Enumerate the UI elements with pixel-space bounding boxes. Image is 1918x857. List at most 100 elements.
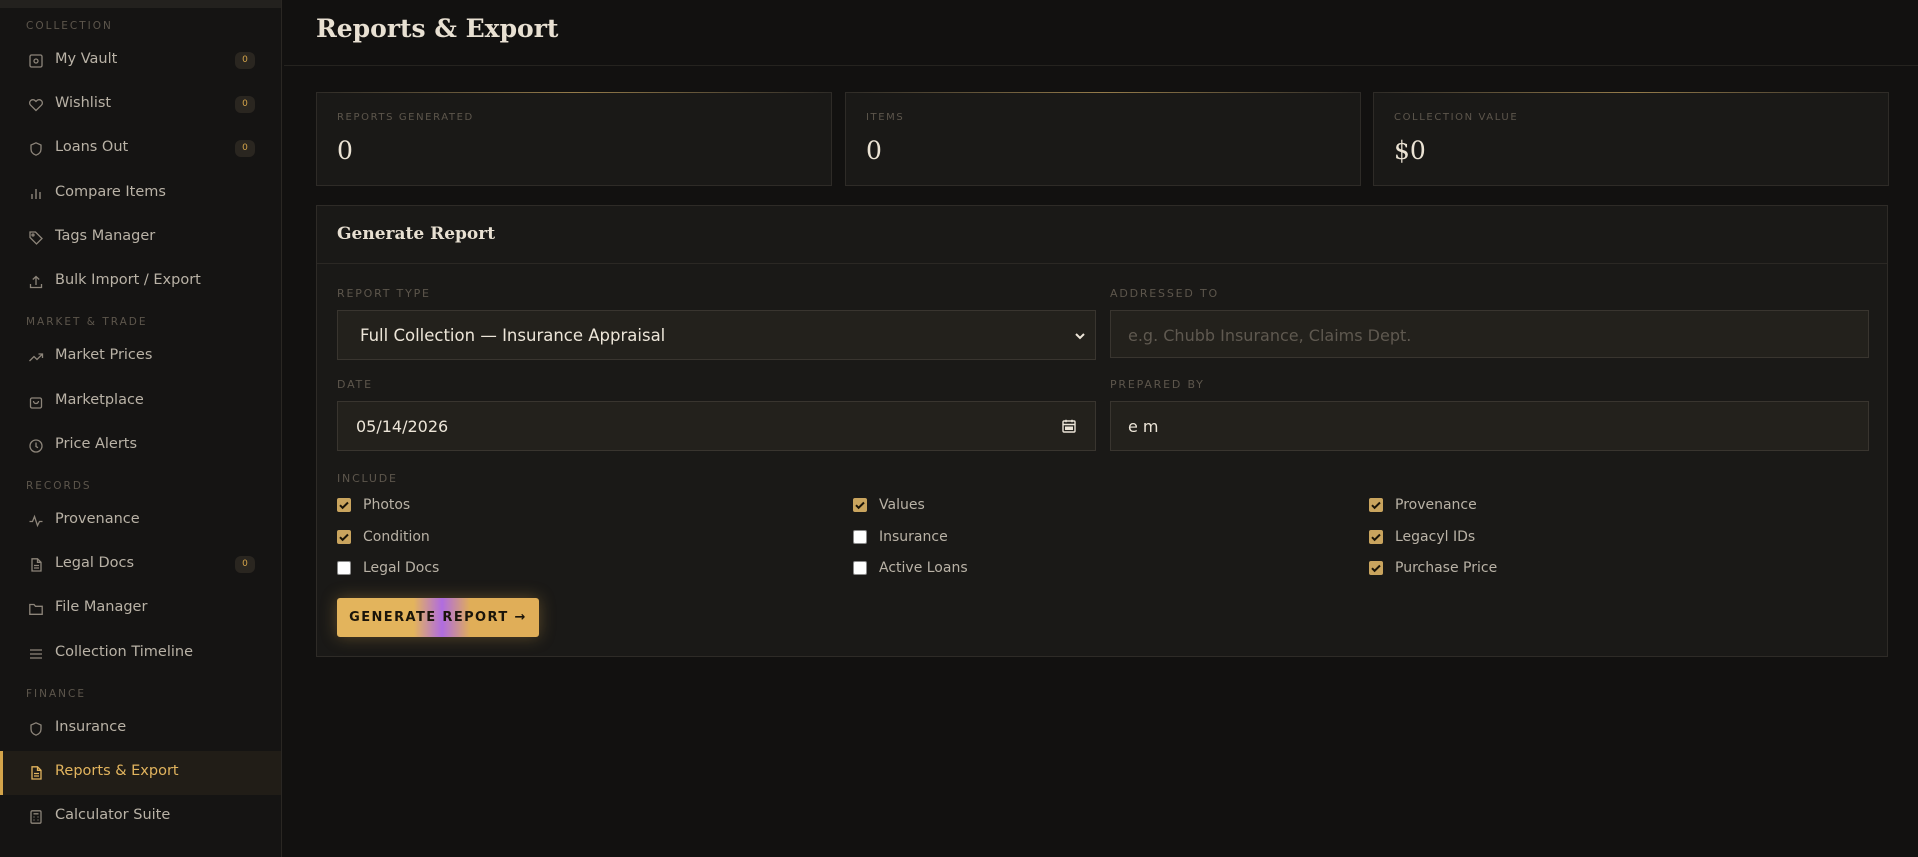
checkbox-checked[interactable] (1369, 561, 1383, 575)
sidebar-item-label: Marketplace (55, 392, 144, 408)
stat-card-reports-generated: REPORTS GENERATED 0 (316, 92, 832, 186)
calculator-icon (28, 809, 44, 825)
alert-circle-icon (28, 438, 44, 454)
sidebar-item-label: Tags Manager (55, 228, 156, 244)
prepared-by-input[interactable]: e m (1110, 401, 1869, 451)
sidebar-item-price-alerts[interactable]: Price Alerts (0, 424, 281, 468)
checkbox-label: Provenance (1395, 497, 1477, 513)
addressed-to-input[interactable]: e.g. Chubb Insurance, Claims Dept. (1110, 310, 1869, 358)
sidebar-item-label: Loans Out (55, 139, 129, 155)
card-accent-line (846, 92, 1360, 93)
checkbox-label: Condition (363, 529, 430, 545)
addressed-to-label: ADDRESSED TO (1110, 287, 1219, 300)
section-header-collection: COLLECTION (26, 20, 113, 32)
checkbox-checked[interactable] (1369, 530, 1383, 544)
addressed-to-placeholder: e.g. Chubb Insurance, Claims Dept. (1128, 326, 1412, 345)
count-badge: 0 (235, 556, 255, 573)
sidebar-item-file-manager[interactable]: File Manager (0, 587, 281, 631)
sidebar-item-market-prices[interactable]: Market Prices (0, 335, 281, 379)
sidebar-item-label: Wishlist (55, 95, 112, 111)
stat-label: REPORTS GENERATED (337, 112, 474, 123)
section-header-records: RECORDS (26, 480, 92, 492)
sidebar-item-label: Compare Items (55, 184, 166, 200)
sidebar-item-label: File Manager (55, 599, 148, 615)
sidebar: COLLECTION My Vault 0 Wishlist 0 Loans O… (0, 0, 282, 857)
sidebar-item-label: My Vault (55, 51, 118, 67)
panel-header: Generate Report (317, 206, 1887, 264)
checkbox-checked[interactable] (337, 498, 351, 512)
stat-value: $0 (1394, 136, 1426, 165)
sidebar-item-label: Bulk Import / Export (55, 272, 201, 288)
checkbox-checked[interactable] (853, 498, 867, 512)
generate-report-button[interactable]: GENERATE REPORT → (337, 598, 539, 637)
report-icon (28, 765, 44, 781)
count-badge: 0 (235, 140, 255, 157)
sidebar-item-wishlist[interactable]: Wishlist 0 (0, 83, 281, 127)
shield-icon (28, 141, 44, 157)
report-type-label: REPORT TYPE (337, 287, 431, 300)
sidebar-item-compare-items[interactable]: Compare Items (0, 172, 281, 216)
trending-up-icon (28, 349, 44, 365)
checkbox-label: Purchase Price (1395, 560, 1498, 576)
chevron-down-icon (1073, 328, 1087, 342)
section-header-market-trade: MARKET & TRADE (26, 316, 148, 328)
page-title: Reports & Export (316, 14, 559, 43)
checkbox-unchecked[interactable] (853, 561, 867, 575)
sidebar-item-label: Provenance (55, 511, 140, 527)
stat-value: 0 (866, 136, 882, 165)
vault-icon (28, 53, 44, 69)
sidebar-item-label: Legal Docs (55, 555, 135, 571)
include-label: INCLUDE (337, 472, 398, 485)
sidebar-item-my-vault[interactable]: My Vault 0 (0, 39, 281, 83)
stat-label: ITEMS (866, 112, 905, 123)
sidebar-item-label: Price Alerts (55, 436, 138, 452)
folder-icon (28, 601, 44, 617)
prepared-by-value: e m (1128, 417, 1159, 436)
list-icon (28, 646, 44, 662)
sidebar-item-insurance[interactable]: Insurance (0, 707, 281, 751)
sidebar-top-bar (0, 0, 281, 8)
sidebar-item-provenance[interactable]: Provenance (0, 499, 281, 543)
shield-icon (28, 721, 44, 737)
checkbox-label: Legacyl IDs (1395, 529, 1476, 545)
checkbox-checked[interactable] (1369, 498, 1383, 512)
card-accent-line (1374, 92, 1888, 93)
count-badge: 0 (235, 52, 255, 69)
sidebar-item-loans-out[interactable]: Loans Out 0 (0, 127, 281, 171)
date-value: 05/14/2026 (356, 417, 449, 436)
stat-card-collection-value: COLLECTION VALUE $0 (1373, 92, 1889, 186)
checkbox-label: Active Loans (879, 560, 968, 576)
sidebar-scrollbar[interactable] (281, 138, 282, 632)
panel-title: Generate Report (337, 224, 496, 244)
tag-icon (28, 230, 44, 246)
sidebar-item-calculator-suite[interactable]: Calculator Suite (0, 795, 281, 839)
calendar-icon[interactable] (1061, 418, 1077, 434)
generate-report-panel: Generate Report REPORT TYPE Full Collect… (316, 205, 1888, 657)
bar-chart-icon (28, 186, 44, 202)
sidebar-item-label: Reports & Export (55, 763, 179, 779)
shopping-bag-icon (28, 394, 44, 410)
checkbox-checked[interactable] (337, 530, 351, 544)
stat-value: 0 (337, 136, 353, 165)
section-header-finance: FINANCE (26, 688, 86, 700)
sidebar-item-label: Insurance (55, 719, 127, 735)
checkbox-unchecked[interactable] (853, 530, 867, 544)
sidebar-item-label: Market Prices (55, 347, 153, 363)
card-accent-line (317, 92, 831, 93)
sidebar-item-bulk-import-export[interactable]: Bulk Import / Export (0, 260, 281, 304)
date-label: DATE (337, 378, 373, 391)
date-input[interactable]: 05/14/2026 (337, 401, 1096, 451)
sidebar-item-marketplace[interactable]: Marketplace (0, 380, 281, 424)
sidebar-item-legal-docs[interactable]: Legal Docs 0 (0, 543, 281, 587)
stat-card-items: ITEMS 0 (845, 92, 1361, 186)
page-header: Reports & Export (284, 0, 1918, 66)
sidebar-item-reports-export[interactable]: Reports & Export (0, 751, 281, 795)
sidebar-item-label: Calculator Suite (55, 807, 171, 823)
checkbox-unchecked[interactable] (337, 561, 351, 575)
report-type-select[interactable]: Full Collection — Insurance Appraisal (337, 310, 1096, 360)
checkbox-label: Legal Docs (363, 560, 440, 576)
sidebar-item-tags-manager[interactable]: Tags Manager (0, 216, 281, 260)
activity-icon (28, 513, 44, 529)
upload-icon (28, 274, 44, 290)
sidebar-item-collection-timeline[interactable]: Collection Timeline (0, 632, 281, 676)
